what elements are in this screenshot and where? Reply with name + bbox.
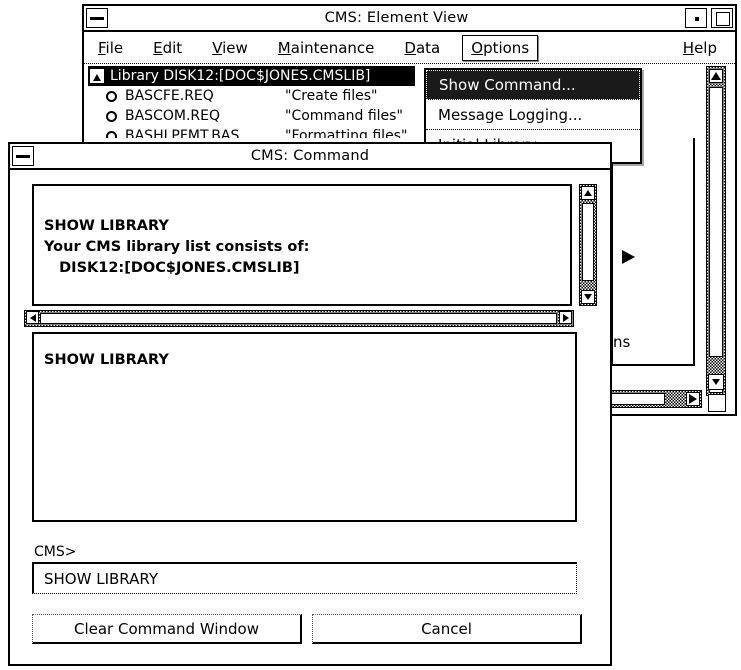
screen: CMS: Element View File Edit View Mainten… (0, 0, 741, 670)
command-dialog-titlebar: CMS: Command (10, 144, 610, 170)
output-vertical-scrollbar[interactable] (579, 184, 597, 306)
menu-item-show-command[interactable]: Show Command... (426, 70, 640, 100)
command-input[interactable]: SHOW LIBRARY (32, 562, 577, 594)
cancel-button[interactable]: Cancel (312, 614, 582, 644)
history-line: SHOW LIBRARY (44, 352, 169, 368)
menu-options[interactable]: Options (462, 34, 539, 61)
command-history-pane[interactable]: SHOW LIBRARY (32, 332, 577, 522)
scroll-left-arrow-icon[interactable] (26, 311, 39, 324)
scroll-right-arrow-icon[interactable] (686, 392, 700, 406)
scroll-down-arrow-icon[interactable] (581, 290, 595, 304)
element-circle-icon (106, 110, 117, 122)
command-output-pane: SHOW LIBRARY Your CMS library list consi… (32, 184, 572, 306)
element-view-menubar: File Edit View Maintenance Data Options … (84, 32, 735, 64)
menu-maintenance[interactable]: Maintenance (270, 36, 383, 60)
window-menu-icon[interactable] (12, 146, 34, 166)
clear-command-window-button[interactable]: Clear Command Window (32, 614, 302, 644)
scroll-thumb-horizontal[interactable] (40, 313, 557, 324)
library-header-label: Library DISK12:[DOC$JONES.CMSLIB] (110, 68, 371, 84)
list-item-name: BASHLPFMT.BAS (125, 128, 240, 138)
element-view-titlebar: CMS: Element View (84, 6, 735, 32)
cancel-label: Cancel (421, 619, 472, 638)
window-menu-icon[interactable] (86, 8, 108, 28)
list-row-library-header[interactable]: Library DISK12:[DOC$JONES.CMSLIB] (88, 66, 415, 86)
menu-item-message-logging[interactable]: Message Logging... (426, 100, 640, 130)
triangle-collapse-icon[interactable] (90, 69, 106, 83)
list-item-description: "Command files" (285, 108, 403, 124)
menu-data[interactable]: Data (396, 36, 448, 60)
menu-item-message-logging-label: Message Logging... (438, 105, 583, 124)
scroll-up-arrow-icon[interactable] (709, 69, 723, 83)
resize-handle[interactable] (708, 394, 726, 412)
output-horizontal-scrollbar[interactable] (24, 310, 574, 327)
menu-file[interactable]: File (90, 36, 131, 60)
element-view-title: CMS: Element View (324, 10, 469, 26)
command-input-value: SHOW LIBRARY (44, 569, 158, 588)
output-line: DISK12:[DOC$JONES.CMSLIB] (44, 260, 300, 276)
scroll-thumb-vertical[interactable] (582, 203, 594, 281)
list-item-name: BASCFE.REQ (125, 88, 214, 104)
output-line: Your CMS library list consists of: (44, 239, 310, 255)
scroll-down-arrow-icon-secondary[interactable] (708, 374, 724, 390)
command-dialog-title: CMS: Command (250, 148, 370, 164)
element-circle-icon (106, 130, 117, 138)
scroll-up-arrow-icon[interactable] (581, 186, 595, 200)
list-item-description: "Create files" (285, 88, 378, 104)
scroll-thumb-vertical[interactable] (709, 87, 723, 357)
command-dialog-window: CMS: Command SHOW LIBRARY Your CMS libra… (8, 142, 612, 666)
scroll-right-arrow-icon[interactable] (559, 311, 572, 324)
list-item-description: "Formatting files" (285, 128, 408, 138)
minimize-icon[interactable] (685, 8, 707, 28)
menu-edit[interactable]: Edit (145, 36, 190, 60)
menu-view[interactable]: View (204, 36, 256, 60)
list-item-name: BASCOM.REQ (125, 108, 220, 124)
output-line: SHOW LIBRARY (44, 218, 169, 234)
maximize-icon[interactable] (711, 8, 733, 28)
cms-prompt-label: CMS> (34, 544, 77, 560)
submenu-arrow-icon (622, 250, 635, 264)
clipped-menu-label: ns (613, 333, 631, 351)
element-circle-icon (106, 90, 117, 102)
menu-item-show-command-label: Show Command... (439, 76, 576, 94)
clear-command-window-label: Clear Command Window (73, 619, 259, 638)
menu-file-label: ile (105, 38, 124, 57)
menu-help[interactable]: Help (675, 36, 725, 60)
element-view-vertical-scrollbar[interactable] (706, 66, 726, 396)
